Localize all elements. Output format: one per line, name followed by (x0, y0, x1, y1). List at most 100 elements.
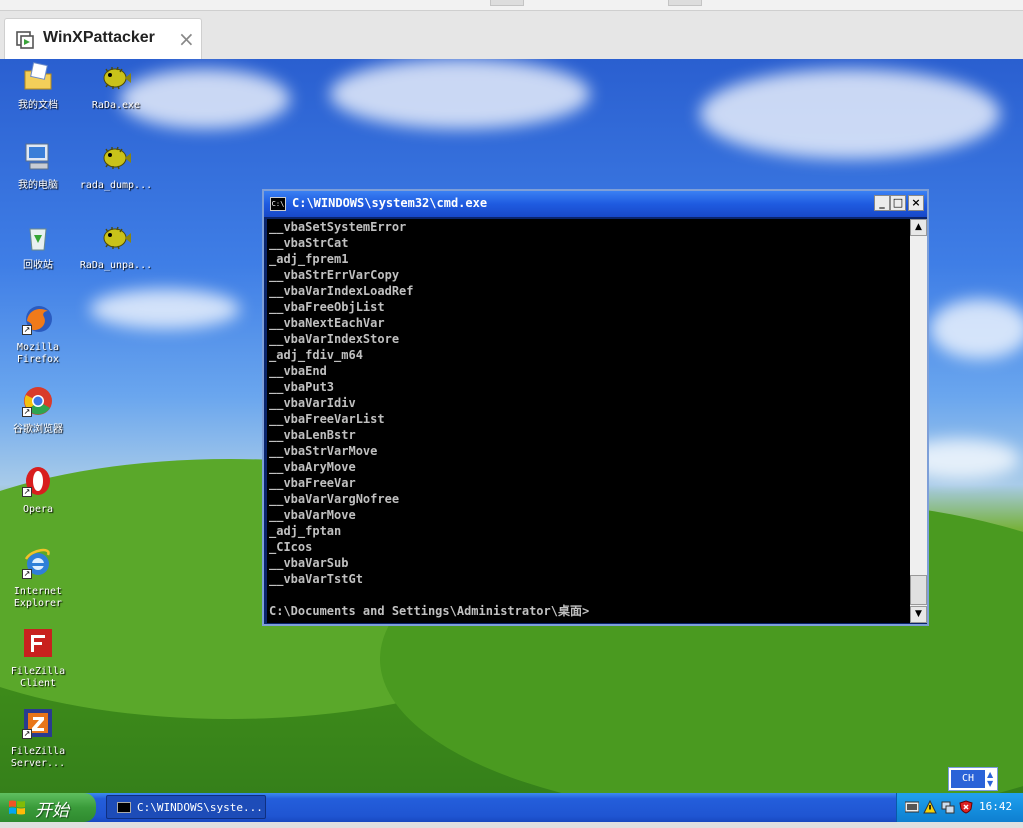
wallpaper-cloud (90, 289, 240, 329)
host-bottom-strip (0, 822, 1023, 828)
cmd-output-line: __vbaNextEachVar (269, 316, 385, 330)
desktop-icon-rada-exe[interactable]: RaDa.exe (78, 61, 154, 112)
desktop-icon-filezilla-client[interactable]: FileZilla Client (0, 627, 76, 690)
icon-label: Opera (22, 504, 54, 515)
icon-label: RaDa_unpa... (79, 260, 153, 271)
cmd-output-line: __vbaVarIndexLoadRef (269, 284, 414, 298)
cmd-output-line: __vbaVarVargNofree (269, 492, 400, 506)
cmd-title: C:\WINDOWS\system32\cmd.exe (292, 196, 488, 210)
cmd-output-line: __vbaVarIndexStore (269, 332, 400, 346)
icon-label: FileZilla Client (10, 666, 66, 689)
cmd-output-line: __vbaLenBstr (269, 428, 356, 442)
desktop-icon-my-documents[interactable]: 我的文档 (0, 61, 76, 112)
close-icon[interactable]: × (178, 27, 195, 51)
icon-label: 谷歌浏览器 (13, 424, 63, 435)
start-label: 开始 (35, 801, 69, 821)
scroll-down-icon[interactable]: ▼ (910, 606, 927, 623)
warning-icon[interactable] (923, 800, 937, 814)
desktop-icon-filezilla-server[interactable]: ↗ FileZilla Server... (0, 707, 76, 770)
cmd-output[interactable]: __vbaSetSystemError __vbaStrCat _adj_fprem… (267, 219, 910, 623)
wallpaper-cloud (330, 59, 590, 129)
wallpaper-cloud (700, 69, 1000, 159)
host-top-bar (0, 0, 1023, 11)
recycle-bin-icon (29, 228, 47, 251)
taskbar-button-label: C:\WINDOWS\syste... (137, 801, 263, 814)
cmd-output-line: __vbaFreeVarList (269, 412, 385, 426)
cmd-output-line: _adj_fdiv_m64 (269, 348, 363, 362)
wallpaper-cloud (930, 299, 1023, 359)
taskbar-button-cmd[interactable]: C:\WINDOWS\syste... (106, 795, 266, 819)
pufferfish-icon (103, 66, 131, 90)
cmd-output-line: __vbaVarSub (269, 556, 349, 570)
icon-label: Mozilla Firefox (16, 342, 60, 365)
cmd-output-line: __vbaVarIdiv (269, 396, 356, 410)
windows-flag-icon (9, 800, 25, 815)
spinner-icon[interactable]: ▲ ▼ (987, 770, 993, 788)
desktop-icon-internet-explorer[interactable]: ↗ Internet Explorer (0, 547, 76, 610)
vm-tab[interactable]: WinXPattacker × (4, 18, 202, 59)
vertical-scrollbar[interactable]: ▲ ▼ (910, 219, 927, 623)
cmd-output-lines: __vbaSetSystemError __vbaStrCat _adj_fprem… (267, 219, 910, 587)
desktop[interactable]: 我的文档 我的电脑 回收站 ↗ Mozilla Firefox ↗ 谷歌浏览器 … (0, 59, 1023, 793)
cmd-output-line: __vbaVarMove (269, 508, 356, 522)
cmd-output-line: __vbaPut3 (269, 380, 335, 394)
system-tray: 16:42 (896, 793, 1023, 822)
host-tab-bar: WinXPattacker × (0, 11, 1023, 59)
minimize-button[interactable]: _ (874, 195, 890, 211)
clock[interactable]: 16:42 (979, 800, 1012, 813)
desktop-icon-recycle-bin[interactable]: 回收站 (0, 221, 76, 272)
my-documents-icon (24, 62, 52, 90)
cmd-output-line: __vbaEnd (269, 364, 327, 378)
security-shield-icon[interactable] (959, 800, 973, 814)
icon-label: rada_dump... (79, 180, 153, 191)
language-indicator[interactable]: CH (951, 770, 985, 788)
cmd-output-line: __vbaAryMove (269, 460, 356, 474)
taskbar: 开始 C:\WINDOWS\syste... 16:42 (0, 793, 1023, 822)
host-toolbar-knob (668, 0, 702, 6)
cmd-output-line: __vbaSetSystemError (269, 220, 407, 234)
scroll-thumb[interactable] (910, 575, 927, 605)
pufferfish-icon (103, 226, 131, 250)
filezilla-client-icon (24, 629, 52, 657)
shortcut-arrow-icon: ↗ (22, 487, 32, 497)
vm-icon (16, 31, 34, 49)
shortcut-arrow-icon: ↗ (22, 407, 32, 417)
shortcut-arrow-icon: ↗ (22, 729, 32, 739)
cmd-window[interactable]: C:\ C:\WINDOWS\system32\cmd.exe _ □ × __… (262, 189, 929, 626)
cmd-output-line: __vbaStrCat (269, 236, 349, 250)
cmd-output-line: __vbaStrVarMove (269, 444, 378, 458)
cmd-prompt[interactable]: C:\Documents and Settings\Administrator\… (269, 603, 589, 619)
language-bar[interactable]: CH ▲ ▼ (948, 767, 998, 791)
cmd-icon (117, 802, 131, 813)
cmd-titlebar[interactable]: C:\ C:\WINDOWS\system32\cmd.exe _ □ × (264, 191, 927, 217)
cmd-icon: C:\ (270, 197, 286, 211)
icon-label: Internet Explorer (13, 586, 63, 609)
desktop-icon-chrome[interactable]: ↗ 谷歌浏览器 (0, 385, 76, 436)
cmd-output-line: __vbaFreeVar (269, 476, 356, 490)
icon-label: 我的文档 (18, 100, 58, 111)
cmd-output-line: __vbaFreeObjList (269, 300, 385, 314)
shortcut-arrow-icon: ↗ (22, 569, 32, 579)
desktop-icon-my-computer[interactable]: 我的电脑 (0, 141, 76, 192)
cmd-output-line: _adj_fprem1 (269, 252, 349, 266)
cmd-output-line: __vbaVarTstGt (269, 572, 363, 586)
icon-label: FileZilla Server... (10, 746, 66, 769)
maximize-button[interactable]: □ (890, 195, 906, 211)
desktop-icon-rada-unpacked[interactable]: RaDa_unpa... (78, 221, 154, 272)
vmware-tools-icon[interactable] (905, 800, 919, 814)
start-button[interactable]: 开始 (0, 793, 96, 822)
my-computer-icon (25, 143, 49, 170)
icon-label: RaDa.exe (91, 100, 141, 111)
desktop-icon-firefox[interactable]: ↗ Mozilla Firefox (0, 303, 76, 366)
close-button[interactable]: × (908, 195, 924, 211)
icon-label: 我的电脑 (18, 180, 58, 191)
network-icon[interactable] (941, 800, 955, 814)
scroll-up-icon[interactable]: ▲ (910, 219, 927, 236)
host-toolbar-knob (490, 0, 524, 6)
desktop-icon-rada-dump[interactable]: rada_dump... (78, 141, 154, 192)
cmd-output-line: _adj_fptan (269, 524, 342, 538)
cmd-output-line: _CIcos (269, 540, 313, 554)
shortcut-arrow-icon: ↗ (22, 325, 32, 335)
desktop-icon-opera[interactable]: ↗ Opera (0, 465, 76, 516)
pufferfish-icon (103, 146, 131, 170)
